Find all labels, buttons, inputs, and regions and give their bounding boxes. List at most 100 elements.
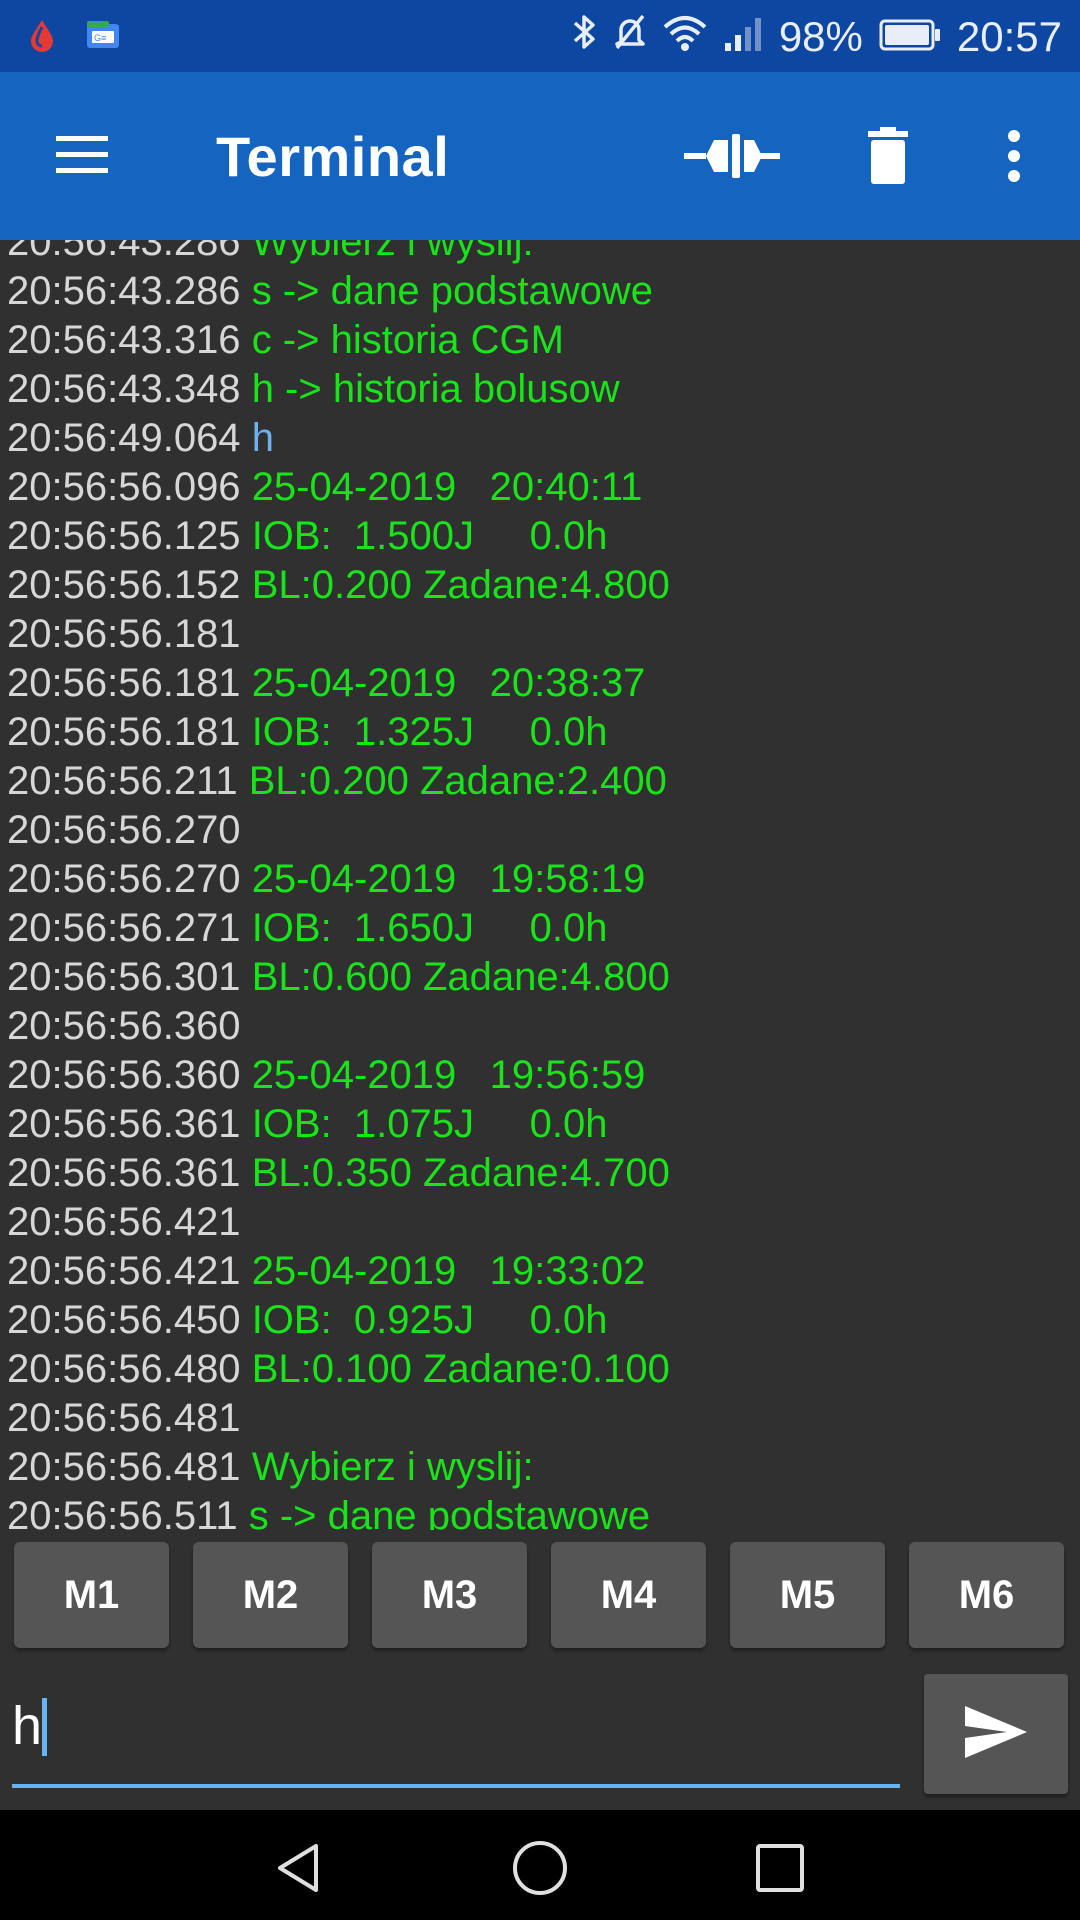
terminal-line: 20:56:56.360 bbox=[7, 1002, 670, 1051]
terminal-line: 20:56:56.181 25-04-2019 20:38:37 bbox=[7, 659, 670, 708]
terminal-line: 20:56:56.181 IOB: 1.325J 0.0h bbox=[7, 708, 670, 757]
line-timestamp: 20:56:43.348 bbox=[7, 367, 241, 411]
line-timestamp: 20:56:56.481 bbox=[7, 1396, 241, 1440]
line-timestamp: 20:56:43.286 bbox=[7, 269, 241, 313]
terminal-line: 20:56:56.361 IOB: 1.075J 0.0h bbox=[7, 1100, 670, 1149]
macro-buttons: M1 M2 M3 M4 M5 M6 bbox=[14, 1542, 1064, 1648]
line-timestamp: 20:56:56.361 bbox=[7, 1102, 241, 1146]
line-timestamp: 20:56:56.511 bbox=[7, 1494, 238, 1530]
back-icon[interactable] bbox=[270, 1838, 330, 1898]
line-timestamp: 20:56:56.421 bbox=[7, 1249, 241, 1293]
mute-icon bbox=[613, 12, 647, 62]
clock: 20:57 bbox=[956, 13, 1062, 60]
received-message: s -> dane podstawowe bbox=[251, 269, 654, 313]
terminal-line: 20:56:56.301 BL:0.600 Zadane:4.800 bbox=[7, 953, 670, 1002]
connect-icon[interactable] bbox=[684, 122, 780, 190]
more-vert-icon[interactable] bbox=[966, 122, 1062, 190]
terminal-lines: 20:56:43.286 Wybierz i wyslij: 20:56:43.2… bbox=[7, 240, 670, 1530]
line-timestamp: 20:56:56.096 bbox=[7, 465, 241, 509]
line-timestamp: 20:56:56.421 bbox=[7, 1200, 241, 1244]
terminal-line: 20:56:49.064 h bbox=[7, 414, 670, 463]
line-timestamp: 20:56:56.181 bbox=[7, 612, 241, 656]
received-message: IOB: 0.925J 0.0h bbox=[251, 1298, 608, 1342]
received-message: IOB: 1.075J 0.0h bbox=[251, 1102, 608, 1146]
signal-icon bbox=[723, 13, 763, 61]
home-icon[interactable] bbox=[510, 1838, 570, 1898]
received-message: h -> historia bolusow bbox=[251, 367, 620, 411]
line-timestamp: 20:56:56.450 bbox=[7, 1298, 241, 1342]
received-message: c -> historia CGM bbox=[251, 318, 564, 362]
news-icon: G≡ bbox=[86, 20, 120, 55]
macro-button-m6[interactable]: M6 bbox=[909, 1542, 1064, 1648]
sent-message: h bbox=[251, 416, 274, 460]
system-nav-bar bbox=[0, 1810, 1080, 1920]
line-timestamp: 20:56:56.152 bbox=[7, 563, 241, 607]
battery-icon bbox=[879, 13, 941, 61]
terminal-line: 20:56:56.125 IOB: 1.500J 0.0h bbox=[7, 512, 670, 561]
svg-text:G≡: G≡ bbox=[94, 33, 106, 43]
terminal-line: 20:56:56.450 IOB: 0.925J 0.0h bbox=[7, 1296, 670, 1345]
received-message: BL:0.200 Zadane:4.800 bbox=[251, 563, 670, 607]
send-text-input[interactable] bbox=[12, 1690, 900, 1762]
terminal-line: 20:56:56.271 IOB: 1.650J 0.0h bbox=[7, 904, 670, 953]
terminal-output[interactable]: 20:56:43.286 Wybierz i wyslij: 20:56:43.2… bbox=[0, 240, 1080, 1530]
macro-button-m2[interactable]: M2 bbox=[193, 1542, 348, 1648]
terminal-line: 20:56:56.421 bbox=[7, 1198, 670, 1247]
page-title: Terminal bbox=[216, 125, 450, 188]
terminal-line: 20:56:56.421 25-04-2019 19:33:02 bbox=[7, 1247, 670, 1296]
macro-button-m1[interactable]: M1 bbox=[14, 1542, 169, 1648]
received-message: BL:0.100 Zadane:0.100 bbox=[251, 1347, 670, 1391]
terminal-line: 20:56:56.480 BL:0.100 Zadane:0.100 bbox=[7, 1345, 670, 1394]
menu-icon[interactable] bbox=[52, 130, 112, 180]
macro-button-m4[interactable]: M4 bbox=[551, 1542, 706, 1648]
line-timestamp: 20:56:43.316 bbox=[7, 318, 241, 362]
send-button[interactable] bbox=[924, 1674, 1068, 1794]
terminal-line: 20:56:43.316 c -> historia CGM bbox=[7, 316, 670, 365]
received-message: 25-04-2019 20:38:37 bbox=[251, 661, 646, 705]
macro-button-m3[interactable]: M3 bbox=[372, 1542, 527, 1648]
terminal-line: 20:56:43.286 Wybierz i wyslij: bbox=[7, 240, 670, 267]
wifi-icon bbox=[663, 13, 707, 61]
terminal-line: 20:56:56.181 bbox=[7, 610, 670, 659]
status-bar: G≡ 98% 20:57 bbox=[0, 0, 1080, 72]
battery-percent: 98% bbox=[778, 13, 863, 60]
line-timestamp: 20:56:56.360 bbox=[7, 1004, 241, 1048]
app-toolbar: Terminal bbox=[0, 72, 1080, 240]
line-timestamp: 20:56:56.480 bbox=[7, 1347, 241, 1391]
received-message: IOB: 1.650J 0.0h bbox=[251, 906, 608, 950]
received-message: BL:0.200 Zadane:2.400 bbox=[248, 759, 667, 803]
terminal-line: 20:56:56.511 s -> dane podstawowe bbox=[7, 1492, 670, 1530]
line-timestamp: 20:56:56.181 bbox=[7, 661, 241, 705]
terminal-line: 20:56:56.211 BL:0.200 Zadane:2.400 bbox=[7, 757, 670, 806]
line-timestamp: 20:56:56.181 bbox=[7, 710, 241, 754]
line-timestamp: 20:56:49.064 bbox=[7, 416, 241, 460]
terminal-line: 20:56:56.152 BL:0.200 Zadane:4.800 bbox=[7, 561, 670, 610]
terminal-line: 20:56:56.361 BL:0.350 Zadane:4.700 bbox=[7, 1149, 670, 1198]
line-timestamp: 20:56:43.286 bbox=[7, 240, 241, 264]
received-message: BL:0.350 Zadane:4.700 bbox=[251, 1151, 670, 1195]
received-message: IOB: 1.325J 0.0h bbox=[251, 710, 608, 754]
input-underline bbox=[12, 1784, 900, 1788]
received-message: 25-04-2019 19:33:02 bbox=[251, 1249, 646, 1293]
received-message: 25-04-2019 20:40:11 bbox=[251, 465, 643, 509]
line-timestamp: 20:56:56.481 bbox=[7, 1445, 241, 1489]
delete-icon[interactable] bbox=[840, 122, 936, 190]
macro-button-m5[interactable]: M5 bbox=[730, 1542, 885, 1648]
terminal-line: 20:56:56.481 bbox=[7, 1394, 670, 1443]
input-area bbox=[0, 1660, 1080, 1810]
text-cursor bbox=[42, 1698, 47, 1756]
line-timestamp: 20:56:56.360 bbox=[7, 1053, 241, 1097]
send-icon bbox=[963, 1704, 1029, 1765]
line-timestamp: 20:56:56.301 bbox=[7, 955, 241, 999]
line-timestamp: 20:56:56.270 bbox=[7, 808, 241, 852]
terminal-line: 20:56:56.360 25-04-2019 19:56:59 bbox=[7, 1051, 670, 1100]
received-message: Wybierz i wyslij: bbox=[251, 240, 534, 264]
received-message: IOB: 1.500J 0.0h bbox=[251, 514, 608, 558]
line-timestamp: 20:56:56.125 bbox=[7, 514, 241, 558]
recents-icon[interactable] bbox=[750, 1838, 810, 1898]
line-timestamp: 20:56:56.211 bbox=[7, 759, 238, 803]
received-message: s -> dane podstawowe bbox=[248, 1494, 651, 1530]
received-message: Wybierz i wyslij: bbox=[251, 1445, 534, 1489]
received-message: 25-04-2019 19:58:19 bbox=[251, 857, 646, 901]
line-timestamp: 20:56:56.271 bbox=[7, 906, 241, 950]
